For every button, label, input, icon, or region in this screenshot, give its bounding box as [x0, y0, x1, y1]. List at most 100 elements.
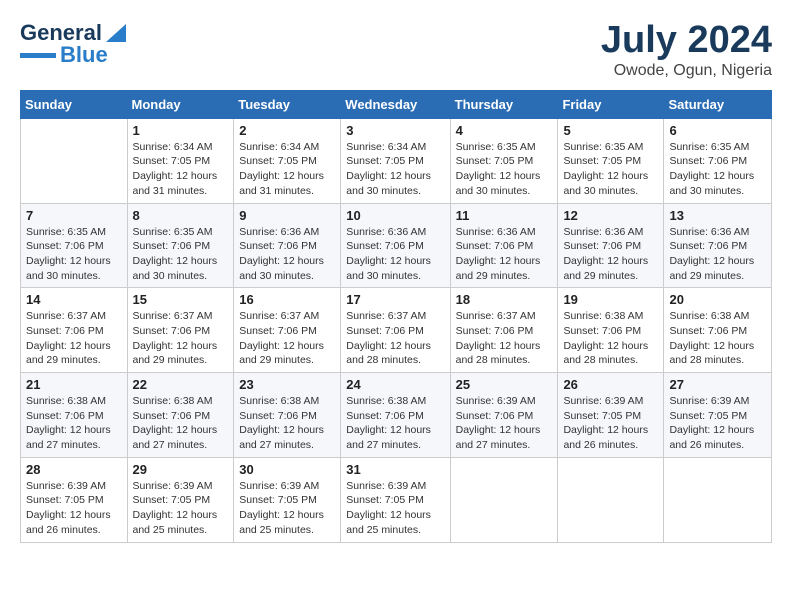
calendar-cell: 16Sunrise: 6:37 AMSunset: 7:06 PMDayligh…: [234, 288, 341, 373]
day-info: Sunrise: 6:39 AMSunset: 7:05 PMDaylight:…: [133, 479, 229, 538]
day-info: Sunrise: 6:39 AMSunset: 7:05 PMDaylight:…: [239, 479, 335, 538]
calendar-week-5: 28 Sunrise: 6:39 AMSunset: 7:05 PMDayligh…: [21, 457, 772, 542]
day-number: 7: [26, 208, 122, 223]
calendar-cell: 9Sunrise: 6:36 AMSunset: 7:06 PMDaylight…: [234, 203, 341, 288]
weekday-header-sunday: Sunday: [21, 90, 128, 118]
day-info: Sunrise: 6:38 AMSunset: 7:06 PMDaylight:…: [239, 394, 335, 453]
logo-blue: Blue: [60, 42, 108, 68]
calendar-cell: 14 Sunrise: 6:37 AMSunset: 7:06 PMDayligh…: [21, 288, 128, 373]
day-info: Sunrise: 6:34 AMSunset: 7:05 PMDaylight:…: [133, 140, 229, 199]
location: Owode, Ogun, Nigeria: [601, 62, 772, 80]
day-info: Sunrise: 6:35 AMSunset: 7:05 PMDaylight:…: [563, 140, 658, 199]
day-info: Sunrise: 6:36 AMSunset: 7:06 PMDaylight:…: [563, 225, 658, 284]
calendar-cell: 6Sunrise: 6:35 AMSunset: 7:06 PMDaylight…: [664, 118, 772, 203]
day-info: Sunrise: 6:36 AMSunset: 7:06 PMDaylight:…: [239, 225, 335, 284]
day-info: Sunrise: 6:35 AMSunset: 7:06 PMDaylight:…: [26, 225, 122, 284]
calendar-cell: 27Sunrise: 6:39 AMSunset: 7:05 PMDayligh…: [664, 373, 772, 458]
day-info: Sunrise: 6:37 AMSunset: 7:06 PMDaylight:…: [26, 309, 122, 368]
calendar-cell: 7 Sunrise: 6:35 AMSunset: 7:06 PMDaylight…: [21, 203, 128, 288]
day-number: 15: [133, 292, 229, 307]
day-number: 11: [456, 208, 553, 223]
calendar-cell: [450, 457, 558, 542]
calendar-cell: 1 Sunrise: 6:34 AMSunset: 7:05 PMDaylight…: [127, 118, 234, 203]
day-number: 30: [239, 462, 335, 477]
logo-arrow-icon: [104, 22, 126, 44]
weekday-header-friday: Friday: [558, 90, 664, 118]
calendar-cell: 22 Sunrise: 6:38 AMSunset: 7:06 PMDayligh…: [127, 373, 234, 458]
day-info: Sunrise: 6:38 AMSunset: 7:06 PMDaylight:…: [669, 309, 766, 368]
day-number: 1: [133, 123, 229, 138]
day-number: 22: [133, 377, 229, 392]
day-info: Sunrise: 6:37 AMSunset: 7:06 PMDaylight:…: [346, 309, 444, 368]
calendar-header-row: SundayMondayTuesdayWednesdayThursdayFrid…: [21, 90, 772, 118]
day-number: 29: [133, 462, 229, 477]
day-info: Sunrise: 6:38 AMSunset: 7:06 PMDaylight:…: [133, 394, 229, 453]
calendar-table: SundayMondayTuesdayWednesdayThursdayFrid…: [20, 90, 772, 543]
day-number: 23: [239, 377, 335, 392]
day-number: 27: [669, 377, 766, 392]
calendar-cell: 19Sunrise: 6:38 AMSunset: 7:06 PMDayligh…: [558, 288, 664, 373]
calendar-cell: 28 Sunrise: 6:39 AMSunset: 7:05 PMDayligh…: [21, 457, 128, 542]
calendar-cell: 15Sunrise: 6:37 AMSunset: 7:06 PMDayligh…: [127, 288, 234, 373]
day-number: 4: [456, 123, 553, 138]
calendar-cell: 31Sunrise: 6:39 AMSunset: 7:05 PMDayligh…: [341, 457, 450, 542]
day-info: Sunrise: 6:39 AMSunset: 7:05 PMDaylight:…: [26, 479, 122, 538]
calendar-cell: [21, 118, 128, 203]
weekday-header-tuesday: Tuesday: [234, 90, 341, 118]
day-info: Sunrise: 6:38 AMSunset: 7:06 PMDaylight:…: [563, 309, 658, 368]
calendar-week-1: 1 Sunrise: 6:34 AMSunset: 7:05 PMDaylight…: [21, 118, 772, 203]
day-number: 5: [563, 123, 658, 138]
calendar-cell: 4 Sunrise: 6:35 AMSunset: 7:05 PMDaylight…: [450, 118, 558, 203]
day-info: Sunrise: 6:37 AMSunset: 7:06 PMDaylight:…: [239, 309, 335, 368]
day-number: 3: [346, 123, 444, 138]
calendar-cell: 17Sunrise: 6:37 AMSunset: 7:06 PMDayligh…: [341, 288, 450, 373]
weekday-header-monday: Monday: [127, 90, 234, 118]
day-number: 10: [346, 208, 444, 223]
day-info: Sunrise: 6:36 AMSunset: 7:06 PMDaylight:…: [669, 225, 766, 284]
calendar-cell: 3 Sunrise: 6:34 AMSunset: 7:05 PMDaylight…: [341, 118, 450, 203]
calendar-cell: 8 Sunrise: 6:35 AMSunset: 7:06 PMDaylight…: [127, 203, 234, 288]
day-info: Sunrise: 6:35 AMSunset: 7:06 PMDaylight:…: [133, 225, 229, 284]
calendar-week-4: 21Sunrise: 6:38 AMSunset: 7:06 PMDayligh…: [21, 373, 772, 458]
calendar-week-3: 14 Sunrise: 6:37 AMSunset: 7:06 PMDayligh…: [21, 288, 772, 373]
weekday-header-wednesday: Wednesday: [341, 90, 450, 118]
day-info: Sunrise: 6:37 AMSunset: 7:06 PMDaylight:…: [456, 309, 553, 368]
calendar-cell: 10 Sunrise: 6:36 AMSunset: 7:06 PMDayligh…: [341, 203, 450, 288]
calendar-cell: 13 Sunrise: 6:36 AMSunset: 7:06 PMDayligh…: [664, 203, 772, 288]
day-number: 12: [563, 208, 658, 223]
title-area: July 2024 Owode, Ogun, Nigeria: [601, 20, 772, 80]
day-number: 28: [26, 462, 122, 477]
calendar-cell: [664, 457, 772, 542]
day-number: 18: [456, 292, 553, 307]
day-number: 14: [26, 292, 122, 307]
calendar-cell: 18 Sunrise: 6:37 AMSunset: 7:06 PMDayligh…: [450, 288, 558, 373]
calendar-body: 1 Sunrise: 6:34 AMSunset: 7:05 PMDaylight…: [21, 118, 772, 542]
calendar-cell: 12 Sunrise: 6:36 AMSunset: 7:06 PMDayligh…: [558, 203, 664, 288]
weekday-header-thursday: Thursday: [450, 90, 558, 118]
calendar-cell: 25 Sunrise: 6:39 AMSunset: 7:06 PMDayligh…: [450, 373, 558, 458]
day-info: Sunrise: 6:36 AMSunset: 7:06 PMDaylight:…: [346, 225, 444, 284]
day-number: 8: [133, 208, 229, 223]
day-info: Sunrise: 6:39 AMSunset: 7:06 PMDaylight:…: [456, 394, 553, 453]
calendar-cell: [558, 457, 664, 542]
month-title: July 2024: [601, 20, 772, 62]
calendar-cell: 24 Sunrise: 6:38 AMSunset: 7:06 PMDayligh…: [341, 373, 450, 458]
weekday-header-saturday: Saturday: [664, 90, 772, 118]
day-number: 13: [669, 208, 766, 223]
day-number: 25: [456, 377, 553, 392]
calendar-cell: 30 Sunrise: 6:39 AMSunset: 7:05 PMDayligh…: [234, 457, 341, 542]
day-info: Sunrise: 6:34 AMSunset: 7:05 PMDaylight:…: [346, 140, 444, 199]
day-info: Sunrise: 6:39 AMSunset: 7:05 PMDaylight:…: [563, 394, 658, 453]
day-info: Sunrise: 6:36 AMSunset: 7:06 PMDaylight:…: [456, 225, 553, 284]
calendar-cell: 29 Sunrise: 6:39 AMSunset: 7:05 PMDayligh…: [127, 457, 234, 542]
calendar-cell: 21Sunrise: 6:38 AMSunset: 7:06 PMDayligh…: [21, 373, 128, 458]
day-info: Sunrise: 6:38 AMSunset: 7:06 PMDaylight:…: [26, 394, 122, 453]
day-number: 24: [346, 377, 444, 392]
day-number: 31: [346, 462, 444, 477]
day-info: Sunrise: 6:38 AMSunset: 7:06 PMDaylight:…: [346, 394, 444, 453]
calendar-cell: 26 Sunrise: 6:39 AMSunset: 7:05 PMDayligh…: [558, 373, 664, 458]
day-info: Sunrise: 6:35 AMSunset: 7:05 PMDaylight:…: [456, 140, 553, 199]
calendar-cell: 23 Sunrise: 6:38 AMSunset: 7:06 PMDayligh…: [234, 373, 341, 458]
day-number: 26: [563, 377, 658, 392]
calendar-cell: 5 Sunrise: 6:35 AMSunset: 7:05 PMDaylight…: [558, 118, 664, 203]
